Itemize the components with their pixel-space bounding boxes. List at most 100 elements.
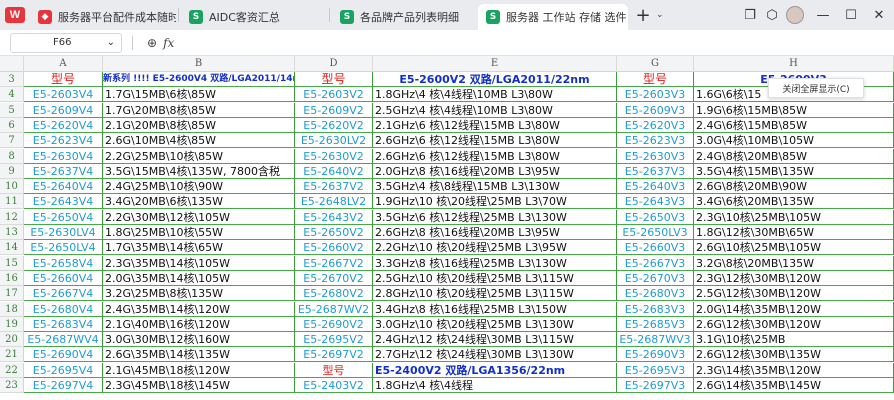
model-cell[interactable]: E5-2660V2 bbox=[295, 240, 373, 255]
model-cell[interactable]: E5-2667V2 bbox=[295, 256, 373, 271]
spec-cell[interactable]: 2.3G\45MB\18核\145W bbox=[103, 378, 295, 393]
close-button[interactable]: ✕ bbox=[868, 0, 890, 30]
model-cell[interactable]: E5-2643V2 bbox=[295, 210, 373, 225]
row-number[interactable]: 21 bbox=[0, 347, 24, 362]
model-cell[interactable]: E5-2660V3 bbox=[617, 240, 694, 255]
spec-cell[interactable]: 1.8GHz\4 核\4线程\10MB L3\80W bbox=[373, 87, 617, 102]
row-number[interactable]: 7 bbox=[0, 133, 24, 148]
model-cell[interactable]: E5-2690V4 bbox=[24, 347, 103, 362]
spec-cell[interactable]: 2.5GHz\4 核\4线程\10MB L3\80W bbox=[373, 103, 617, 118]
spec-cell[interactable]: 3.2G\8核\20MB\135W bbox=[694, 256, 894, 271]
model-cell[interactable]: E5-2670V2 bbox=[295, 271, 373, 286]
column-header-a[interactable]: A bbox=[24, 56, 103, 72]
model-cell[interactable]: E5-2603V4 bbox=[24, 87, 103, 102]
spec-cell[interactable]: 1.9G\6核\15MB\85W bbox=[694, 103, 894, 118]
header-cell[interactable]: 新系列 !!!! E5-2600V4 双路/LGA2011/14nm bbox=[103, 72, 295, 87]
exit-fullscreen-tooltip[interactable]: 关闭全屏显示(C) bbox=[768, 78, 864, 98]
model-cell[interactable]: E5-2609V3 bbox=[617, 103, 694, 118]
row-number[interactable]: 6 bbox=[0, 118, 24, 133]
model-cell[interactable]: E5-2630V2 bbox=[295, 149, 373, 164]
tab-cost-sheet[interactable]: ◆ 服务器平台配件成本随时更新-S bbox=[30, 4, 176, 30]
fx-icon[interactable]: fx bbox=[163, 36, 174, 50]
row-number[interactable]: 20 bbox=[0, 332, 24, 347]
maximize-button[interactable]: ☐ bbox=[840, 0, 862, 30]
row-number[interactable]: 12 bbox=[0, 210, 24, 225]
model-cell[interactable]: E5-2623V3 bbox=[617, 133, 694, 148]
spec-cell[interactable]: 2.6G\12核\30MB\120W bbox=[694, 317, 894, 332]
column-header-d[interactable]: D bbox=[295, 56, 373, 72]
spec-cell[interactable]: 3.5GHz\6 核\12线程\25MB L3\130W bbox=[373, 210, 617, 225]
model-cell[interactable]: E5-2683V3 bbox=[617, 302, 694, 317]
model-cell[interactable]: E5-2660V4 bbox=[24, 271, 103, 286]
row-number[interactable]: 8 bbox=[0, 149, 24, 164]
spec-cell[interactable]: 2.4G\6核\15MB\85W bbox=[694, 118, 894, 133]
model-cell[interactable]: E5-2658V4 bbox=[24, 256, 103, 271]
spec-cell[interactable]: 2.3G\10核\25MB\105W bbox=[694, 210, 894, 225]
spec-cell[interactable]: 3.5GHz\4 核\8线程\15MB L3\130W bbox=[373, 179, 617, 194]
model-cell[interactable]: E5-2609V4 bbox=[24, 103, 103, 118]
tab-brand-list[interactable]: S 各品牌产品列表明细 bbox=[332, 4, 478, 30]
model-cell[interactable]: E5-2630LV4 bbox=[24, 225, 103, 240]
model-cell[interactable]: E5-2630LV2 bbox=[295, 133, 373, 148]
user-avatar[interactable] bbox=[784, 0, 806, 30]
spec-cell[interactable]: 2.1GHz\6 核\12线程\15MB L3\80W bbox=[373, 118, 617, 133]
spec-cell[interactable]: 3.4G\20MB\6核\135W bbox=[103, 194, 295, 209]
tab-server-options[interactable]: S 服务器 工作站 存储 选件 ▭ ✕ bbox=[478, 4, 628, 30]
model-cell[interactable]: E5-2650LV4 bbox=[24, 240, 103, 255]
row-number[interactable]: 23 bbox=[0, 378, 24, 393]
model-cell[interactable]: E5-2650V2 bbox=[295, 225, 373, 240]
cube-icon[interactable]: ⬡ bbox=[761, 0, 783, 30]
spec-cell[interactable]: 1.7G\15MB\6核\85W bbox=[103, 87, 295, 102]
model-cell[interactable]: E5-2643V3 bbox=[617, 194, 694, 209]
row-number[interactable]: 4 bbox=[0, 87, 24, 102]
tab-aidc[interactable]: S AIDC客资汇总 bbox=[181, 4, 327, 30]
spec-cell[interactable]: 1.8G\12核\30MB\65W bbox=[694, 225, 894, 240]
model-cell[interactable]: E5-2648LV2 bbox=[295, 194, 373, 209]
hidden-column-indicator[interactable]: ˅˅ bbox=[291, 56, 300, 64]
spec-cell[interactable]: 2.6GHz\6 核\12线程\15MB L3\80W bbox=[373, 133, 617, 148]
spec-cell[interactable]: 3.4G\6核\20MB\135W bbox=[694, 194, 894, 209]
spec-cell[interactable]: 2.0G\14核\35MB\120W bbox=[694, 302, 894, 317]
spec-cell[interactable]: 1.8G\25MB\10核\55W bbox=[103, 225, 295, 240]
model-cell[interactable]: E5-2640V3 bbox=[617, 179, 694, 194]
spec-cell[interactable]: 2.3G\35MB\14核\105W bbox=[103, 256, 295, 271]
zoom-icon[interactable]: ⊕ bbox=[147, 36, 157, 50]
model-cell[interactable]: E5-2690V3 bbox=[617, 347, 694, 362]
model-cell[interactable]: E5-2667V3 bbox=[617, 256, 694, 271]
header-cell[interactable]: 型号 bbox=[24, 72, 103, 87]
model-cell[interactable]: 型号 bbox=[295, 363, 373, 378]
model-cell[interactable]: E5-2687WV3 bbox=[617, 332, 694, 347]
header-cell[interactable]: 型号 bbox=[295, 72, 373, 87]
model-cell[interactable]: E5-2603V2 bbox=[295, 87, 373, 102]
spec-cell[interactable]: 2.2G\25MB\10核\85W bbox=[103, 149, 295, 164]
row-number[interactable]: 19 bbox=[0, 317, 24, 332]
model-cell[interactable]: E5-2697V4 bbox=[24, 378, 103, 393]
spec-cell[interactable]: 2.6GHz\6 核\12线程\15MB L3\80W bbox=[373, 149, 617, 164]
spec-cell[interactable]: 2.1G\45MB\18核\120W bbox=[103, 363, 295, 378]
spec-cell[interactable]: 3.5G\15MB\4核\135W, 7800含税 bbox=[103, 164, 295, 179]
header-cell[interactable]: 型号 bbox=[617, 72, 694, 87]
row-number[interactable]: 15 bbox=[0, 256, 24, 271]
spec-cell[interactable]: 2.8GHz\10 核\20线程\25MB L3\115W bbox=[373, 286, 617, 301]
model-cell[interactable]: E5-2697V3 bbox=[617, 378, 694, 393]
model-cell[interactable]: E5-2603V3 bbox=[617, 87, 694, 102]
spec-cell[interactable]: 2.7GHz\12 核\24线程\30MB L3\130W bbox=[373, 347, 617, 362]
model-cell[interactable]: E5-2680V2 bbox=[295, 286, 373, 301]
model-cell[interactable]: E5-2630V3 bbox=[617, 149, 694, 164]
model-cell[interactable]: E5-2620V4 bbox=[24, 118, 103, 133]
spec-cell[interactable]: 2.3G\14核\35MB\120W bbox=[694, 363, 894, 378]
model-cell[interactable]: E5-2643V4 bbox=[24, 194, 103, 209]
column-header-h[interactable]: H bbox=[694, 56, 894, 72]
spec-cell[interactable]: E5-2400V2 双路/LGA1356/22nm bbox=[373, 363, 617, 378]
model-cell[interactable]: E5-2680V4 bbox=[24, 302, 103, 317]
model-cell[interactable]: E5-2685V3 bbox=[617, 317, 694, 332]
tab-menu-icon[interactable]: ⌄ bbox=[656, 10, 664, 20]
column-header-e[interactable]: E bbox=[373, 56, 617, 72]
restore-tab-icon[interactable]: ❐ bbox=[739, 0, 761, 30]
spec-cell[interactable]: 3.2G\25MB\8核\135W bbox=[103, 286, 295, 301]
spec-cell[interactable]: 2.0G\35MB\14核\105W bbox=[103, 271, 295, 286]
row-number[interactable]: 16 bbox=[0, 271, 24, 286]
spec-cell[interactable]: 3.0GHz\10 核\20线程\25MB L3\130W bbox=[373, 317, 617, 332]
model-cell[interactable]: E5-2620V3 bbox=[617, 118, 694, 133]
spec-cell[interactable]: 3.1G\10核\25MB bbox=[694, 332, 894, 347]
